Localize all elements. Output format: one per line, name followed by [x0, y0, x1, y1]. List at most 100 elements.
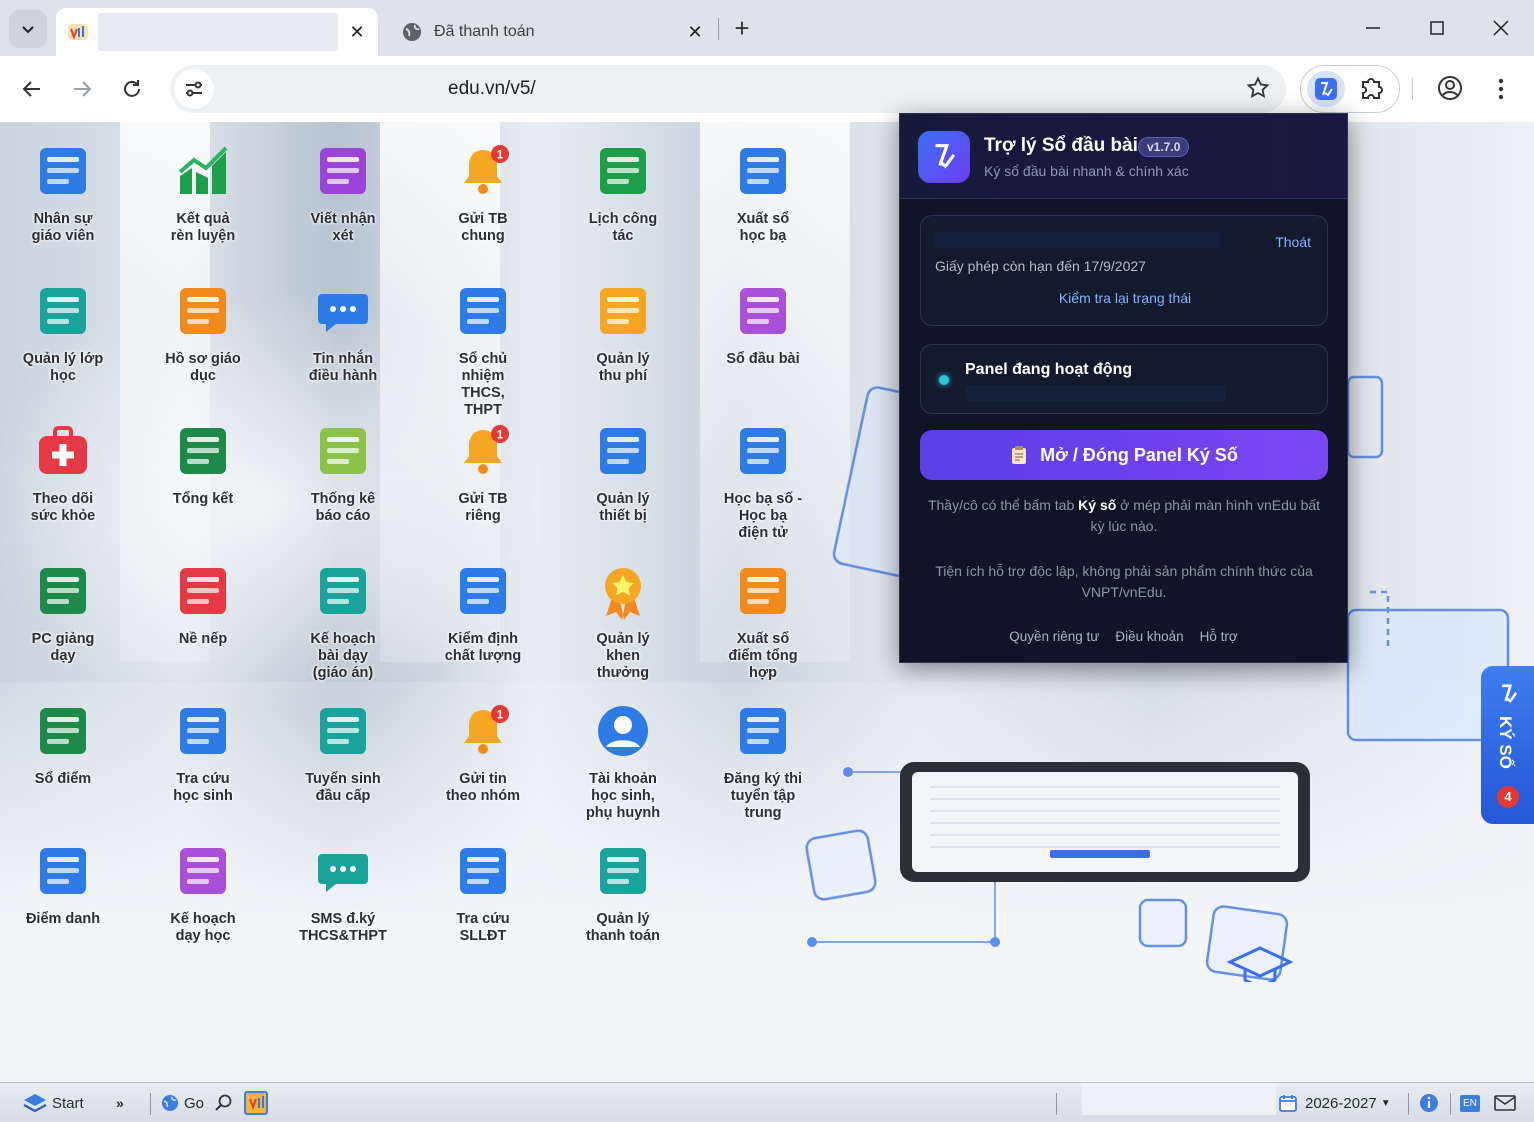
- app-tile[interactable]: Tra cứu học sinh: [138, 702, 268, 805]
- app-tile-label: Sổ đầu bài: [726, 351, 800, 367]
- app-tile[interactable]: Lịch công tác: [558, 142, 688, 245]
- start-button[interactable]: Start: [22, 1083, 84, 1122]
- gradebook-icon: [40, 708, 86, 754]
- app-tile[interactable]: Viết nhận xét: [278, 142, 408, 245]
- taskbar-separator: [1450, 1093, 1451, 1115]
- app-tile[interactable]: Điểm danh: [0, 842, 128, 928]
- extension-soudaubai-button[interactable]: [1307, 71, 1345, 107]
- maximize-icon[interactable]: [1422, 14, 1452, 42]
- app-tile[interactable]: Nề nếp: [138, 562, 268, 648]
- app-tile[interactable]: Quản lý thu phí: [558, 282, 688, 385]
- export-sum-icon: [740, 568, 786, 614]
- bell-icon: 1: [464, 425, 509, 474]
- calendar-icon: [1279, 1095, 1297, 1112]
- app-tile[interactable]: Quản lý thiết bị: [558, 422, 688, 525]
- app-tile[interactable]: Kết quả rèn luyện: [138, 142, 268, 245]
- app-tile[interactable]: Thống kê báo cáo: [278, 422, 408, 525]
- tab-search-button[interactable]: [9, 10, 47, 48]
- panel-status-card: Panel đang hoạt động: [920, 344, 1328, 414]
- minimize-icon[interactable]: [1358, 14, 1388, 42]
- start-logo-icon: [23, 1094, 47, 1113]
- app-tile[interactable]: Tin nhắn điều hành: [278, 282, 408, 385]
- app-tile[interactable]: Quản lý khen thưởng: [558, 562, 688, 682]
- app-tile-label: SMS đ.ký THCS&THPT: [299, 911, 387, 944]
- go-button[interactable]: Go: [160, 1083, 204, 1122]
- logout-link[interactable]: Thoát: [1275, 234, 1311, 250]
- app-tile-label: Tổng kết: [172, 491, 234, 507]
- license-card: Thoát Giấy phép còn hạn đến 17/9/2027 Ki…: [920, 215, 1328, 326]
- tab-close-icon[interactable]: ✕: [346, 22, 368, 43]
- app-tile-label: Tra cứu học sinh: [173, 771, 233, 804]
- app-tile[interactable]: Xuất sổ học bạ: [698, 142, 828, 245]
- app-tile[interactable]: Tài khoản học sinh, phụ huynh: [558, 702, 688, 822]
- app-tile-label: Thống kê báo cáo: [310, 491, 376, 524]
- profile-icon[interactable]: [1436, 74, 1464, 107]
- tab-close-icon[interactable]: ✕: [684, 22, 706, 43]
- growth-chart-icon: [178, 146, 228, 194]
- app-tile-label: Tuyển sinh đầu cấp: [305, 771, 381, 804]
- app-tile-label: Sổ điểm: [34, 771, 92, 787]
- kyso-side-tab[interactable]: KÝ SỐ 4: [1481, 666, 1534, 824]
- app-tile-label: Lịch công tác: [588, 211, 658, 244]
- app-tile[interactable]: Hồ sơ giáo dục: [138, 282, 268, 385]
- reload-button[interactable]: [115, 72, 149, 106]
- language-indicator[interactable]: EN: [1460, 1083, 1480, 1122]
- mail-icon[interactable]: [1494, 1083, 1516, 1122]
- app-tile[interactable]: SMS đ.ký THCS&THPT: [278, 842, 408, 945]
- app-tile[interactable]: Theo dõi sức khỏe: [0, 422, 128, 525]
- tab-inactive[interactable]: Đã thanh toán ✕: [390, 8, 716, 56]
- app-tile[interactable]: Sổ điểm: [0, 702, 128, 788]
- recheck-status-link[interactable]: Kiểm tra lại trạng thái: [921, 290, 1329, 306]
- hsg-sum-icon: [180, 428, 226, 474]
- kyso-label: KÝ SỐ: [1496, 716, 1515, 769]
- terms-link[interactable]: Điều khoản: [1115, 629, 1183, 644]
- app-tile[interactable]: PC giảng dạy: [0, 562, 128, 665]
- search-icon[interactable]: [214, 1083, 234, 1122]
- browser-tab-bar: ✕ Đã thanh toán ✕ +: [0, 0, 1534, 56]
- app-tile[interactable]: Tổng kết: [138, 422, 268, 508]
- app-tile[interactable]: Tra cứu SLLĐT: [418, 842, 548, 945]
- support-link[interactable]: Hỗ trợ: [1200, 629, 1238, 644]
- app-tile[interactable]: Tuyển sinh đầu cấp: [278, 702, 408, 805]
- calendar-grid-icon: [600, 148, 646, 194]
- back-button[interactable]: [15, 72, 49, 106]
- app-tile[interactable]: Kế hoạch dạy học: [138, 842, 268, 945]
- site-info-button[interactable]: [174, 69, 214, 109]
- app-tile[interactable]: Sổ đầu bài: [698, 282, 828, 368]
- app-tile[interactable]: Quản lý thanh toán: [558, 842, 688, 945]
- app-tile[interactable]: Quản lý lớp học: [0, 282, 128, 385]
- app-tile[interactable]: 1 Gửi tin theo nhóm: [418, 702, 548, 805]
- puzzle-icon[interactable]: [1357, 73, 1387, 108]
- taskbar-separator: [150, 1093, 151, 1115]
- app-tile[interactable]: Sổ chủ nhiệm THCS, THPT: [418, 282, 548, 419]
- toggle-panel-button[interactable]: Mở / Đóng Panel Ký Số: [920, 430, 1328, 480]
- menu-kebab-icon[interactable]: [1494, 76, 1508, 107]
- app-tile[interactable]: Học bạ số - Học bạ điện tử: [698, 422, 828, 542]
- first-aid-icon: [39, 426, 87, 474]
- taskbar-app-icon[interactable]: [244, 1083, 268, 1122]
- forward-button[interactable]: [65, 72, 99, 106]
- app-tile[interactable]: Nhân sự giáo viên: [0, 142, 128, 245]
- tab-separator: [718, 18, 719, 40]
- app-tile-label: Sổ chủ nhiệm THCS, THPT: [458, 351, 508, 418]
- tab-active[interactable]: ✕: [56, 8, 378, 56]
- exam-register-icon: [740, 708, 786, 754]
- new-tab-button[interactable]: +: [728, 14, 756, 42]
- arrow-left-icon: [22, 81, 40, 97]
- bookmark-star-icon[interactable]: [1246, 76, 1270, 105]
- more-chevron-icon[interactable]: »: [116, 1083, 124, 1122]
- app-tile[interactable]: Kiểm định chất lượng: [418, 562, 548, 665]
- info-icon[interactable]: [1418, 1083, 1440, 1122]
- bell-icon: 1: [464, 145, 509, 194]
- address-bar[interactable]: edu.vn/v5/: [170, 65, 1286, 113]
- go-label: Go: [184, 1094, 205, 1112]
- svg-text:1: 1: [497, 428, 504, 442]
- app-tile[interactable]: Đăng ký thi tuyển tập trung: [698, 702, 828, 822]
- school-year-selector[interactable]: 2026-2027 ▼: [1278, 1083, 1391, 1122]
- app-tile[interactable]: 1 Gửi TB riêng: [418, 422, 548, 525]
- app-tile[interactable]: Xuất sổ điểm tổng hợp: [698, 562, 828, 682]
- app-tile[interactable]: 1 Gửi TB chung: [418, 142, 548, 245]
- app-tile[interactable]: Kế hoạch bài dạy (giáo án): [278, 562, 408, 682]
- close-icon[interactable]: [1486, 14, 1516, 42]
- privacy-link[interactable]: Quyền riêng tư: [1009, 629, 1099, 644]
